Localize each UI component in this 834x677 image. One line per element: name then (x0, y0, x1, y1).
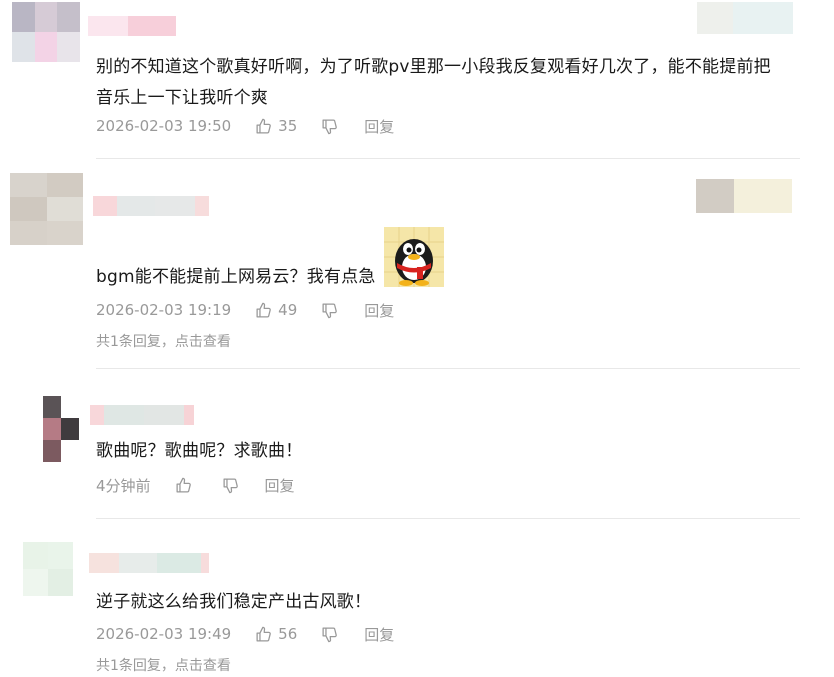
thumbs-up-icon (256, 626, 272, 642)
reply-button[interactable]: 回复 (364, 624, 394, 645)
comment-text: 逆子就这么给我们稳定产出古风歌！ (96, 592, 372, 612)
like-count: 56 (278, 625, 298, 643)
avatar[interactable] (23, 542, 73, 596)
thumbs-down-icon (322, 626, 338, 642)
view-replies-link[interactable]: 共1条回复，点击查看 (96, 655, 231, 675)
dislike-button[interactable] (321, 626, 338, 643)
comment-meta: 2026-02-03 19:49 56 回复 (96, 623, 394, 645)
comment-time: 2026-02-03 19:49 (96, 625, 232, 643)
comment-item: 逆子就这么给我们稳定产出古风歌！ 2026-02-03 19:49 56 回复 … (0, 0, 834, 677)
username-blurred[interactable] (89, 553, 209, 573)
like-button[interactable]: 56 (255, 625, 297, 643)
